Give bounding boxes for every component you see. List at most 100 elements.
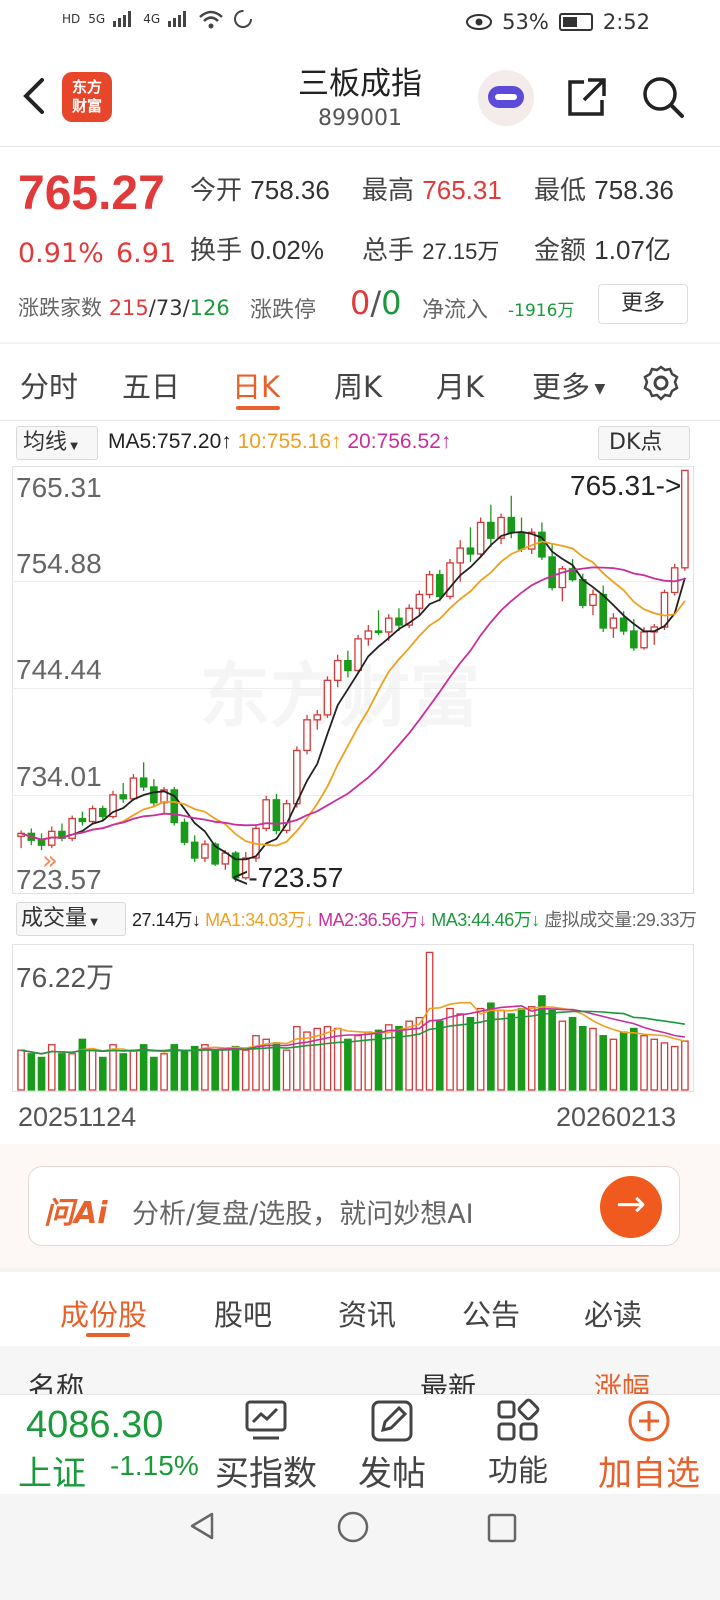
ai-placeholder[interactable]: 分析/复盘/选股，就问妙想AI [132,1192,474,1231]
volume-bar [160,1053,168,1091]
candle-body [578,579,587,606]
tab-announcements[interactable]: 公告 [462,1292,520,1334]
col-change[interactable]: 涨幅 [594,1366,650,1394]
volume-bar [303,1031,311,1091]
ai-assistant-icon[interactable] [478,70,534,126]
col-name[interactable]: 名称 [28,1366,84,1394]
candle-body [640,631,648,649]
nav-back-icon[interactable] [186,1510,218,1542]
tab-must-read[interactable]: 必读 [584,1292,642,1334]
ma-selector[interactable]: 均线 ▼ [16,426,98,460]
tab-forum[interactable]: 股吧 [214,1292,272,1334]
add-watchlist-label: 加自选 [598,1454,700,1494]
volume-bar [650,1038,659,1091]
header-divider [0,146,720,147]
vol-ma1-down-arrow-icon: ↓ [305,910,314,930]
max-price-annotation: 765.31-> [570,470,682,501]
volume-bar [58,1053,66,1091]
volume-bar [119,1053,128,1091]
nav-recents-icon[interactable] [486,1512,518,1544]
dk-point-button[interactable]: DK点 [598,426,690,460]
candlestick-chart[interactable] [12,466,694,894]
volume-bar [446,1007,454,1091]
volume-bar [98,1056,107,1091]
volume-chart[interactable] [12,944,694,1092]
expand-arrows-icon[interactable]: » [42,846,58,876]
volume-bar [640,1035,648,1091]
candle-body [313,714,322,721]
y-tick-2: 754.88 [16,548,102,579]
volume-bar [190,1045,199,1091]
add-watchlist-button[interactable]: 加自选 [584,1398,714,1495]
candle-body [619,617,628,632]
buy-index-label: 买指数 [215,1454,317,1494]
volume-bar [150,1056,158,1091]
tab-more[interactable]: 更多 ▼ [532,364,605,406]
volume-bar [384,1024,393,1091]
volume-label: 总手 [362,236,415,266]
functions-label: 功能 [488,1454,548,1489]
volume-bar [17,1049,25,1091]
vol-ma3-value: MA3:44.46万 [431,910,532,930]
tab-monthly-k[interactable]: 月K [436,364,484,406]
ma20-up-arrow-icon: ↑ [440,430,452,453]
candle-body [374,630,383,634]
share-icon[interactable] [566,76,608,118]
volume-bar [568,1016,577,1091]
tabs-divider [0,420,720,421]
low-value: 758.36 [594,175,674,205]
candle-body [344,659,352,672]
x-start-date: 20251124 [18,1102,137,1132]
limit-up-count: 0 [350,284,371,322]
volume-bar [599,1035,608,1091]
tab-constituents[interactable]: 成份股 [60,1292,147,1334]
volume-bar [272,1042,281,1091]
candle-body [150,786,158,804]
functions-button[interactable]: 功能 [458,1398,578,1490]
volume-bar [221,1047,230,1091]
nav-home-icon[interactable] [336,1510,370,1544]
candle-body [139,777,148,788]
search-icon[interactable] [640,74,686,120]
wifi-icon [199,10,223,29]
hd-label: HD [62,12,81,26]
sh-index-change[interactable]: -1.15% [110,1450,199,1482]
volume-bar [660,1042,669,1091]
sh-index-price[interactable]: 4086.30 [26,1404,163,1447]
tab-weekly-k[interactable]: 周K [334,364,382,406]
y-tick-5: 723.57 [16,864,102,895]
ma-values: MA5:757.20↑ 10:755.16↑ 20:756.52↑ [108,430,451,454]
y-tick-3: 744.44 [16,654,102,685]
net2-label: 4G [143,12,161,26]
vol-ma2-down-arrow-icon: ↓ [418,910,427,930]
post-button[interactable]: 发帖 [332,1398,452,1495]
volume-bar [170,1044,179,1091]
volume-selector[interactable]: 成交量 ▼ [16,902,126,936]
volume-bar [435,1020,444,1091]
ai-go-button[interactable]: → [600,1176,662,1238]
volume-bar [670,1045,679,1091]
tab-more-label: 更多 [532,370,591,404]
more-quote-button[interactable]: 更多 [598,284,688,324]
y-tick-4: 734.01 [16,761,102,792]
buy-index-button[interactable]: 买指数 [206,1398,326,1495]
volume-bar [180,1049,189,1091]
candle-body [333,659,342,681]
netflow-label: 净流入 [422,298,489,323]
col-latest[interactable]: 最新 [420,1366,476,1394]
tab-five-day[interactable]: 五日 [122,364,180,406]
volume-selector-label: 成交量 [21,906,88,931]
breadth-field: 涨跌家数 215/73/126 [18,296,230,320]
tab-intraday[interactable]: 分时 [20,364,78,406]
tab-news[interactable]: 资讯 [338,1292,396,1334]
gear-icon[interactable] [642,364,680,402]
candle-body [201,843,209,859]
tab-daily-k[interactable]: 日K [232,364,280,406]
y-tick-1: 765.31 [16,472,102,503]
vol-ma1-value: MA1:34.03万 [205,910,306,930]
high-label: 最高 [362,176,415,206]
sh-index-name[interactable]: 上证 [18,1446,86,1495]
candle-body [98,808,107,818]
candle-body [681,469,689,569]
candle-body [517,531,526,550]
